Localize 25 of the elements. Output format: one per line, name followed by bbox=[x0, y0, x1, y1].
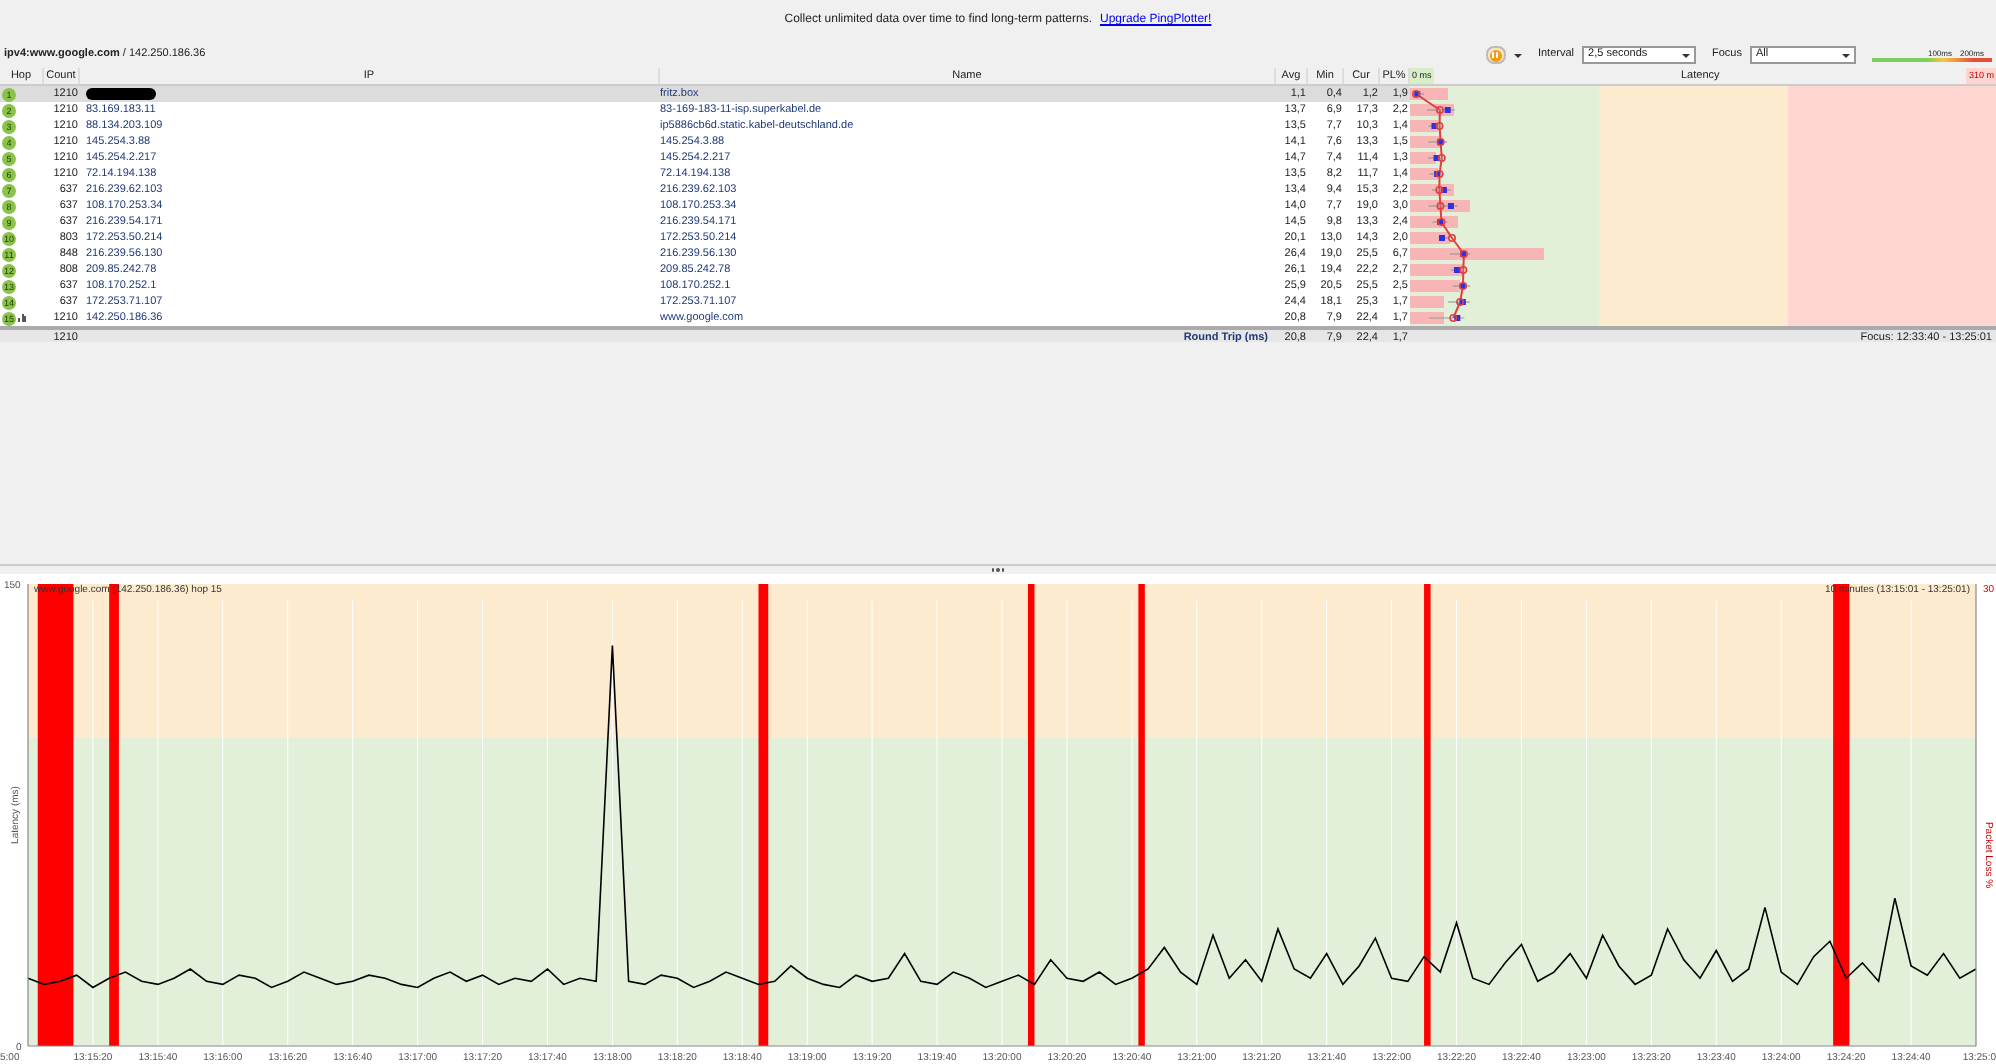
caret-icon[interactable] bbox=[1513, 53, 1522, 57]
latency-marker bbox=[1452, 282, 1471, 290]
latency-marker bbox=[1437, 234, 1456, 242]
latency-marker bbox=[1412, 90, 1425, 98]
latency-marker bbox=[1426, 106, 1456, 114]
latency-marker bbox=[1427, 138, 1448, 146]
packet-loss-bar bbox=[1410, 136, 1440, 148]
latency-marker bbox=[1449, 250, 1471, 258]
latency-marker bbox=[1427, 202, 1459, 210]
packet-loss-bar bbox=[1410, 152, 1436, 164]
latency-marker bbox=[1431, 186, 1452, 194]
latency-marker bbox=[1427, 154, 1446, 162]
latency-marker bbox=[1431, 218, 1448, 226]
latency-marker bbox=[1450, 266, 1468, 274]
latency-marker bbox=[1428, 314, 1465, 322]
splitter-handle-icon[interactable] bbox=[991, 568, 1005, 572]
packet-loss-bar bbox=[1410, 296, 1444, 308]
packet-loss-bar bbox=[1410, 168, 1438, 180]
latency-marker bbox=[1428, 170, 1445, 178]
packet-loss-bar bbox=[1410, 312, 1444, 324]
latency-marker bbox=[1447, 298, 1471, 306]
pause-icon bbox=[1489, 49, 1502, 61]
packet-loss-bar bbox=[1410, 280, 1460, 292]
packet-loss-bar bbox=[1410, 248, 1544, 260]
latency-marker bbox=[1427, 122, 1444, 130]
